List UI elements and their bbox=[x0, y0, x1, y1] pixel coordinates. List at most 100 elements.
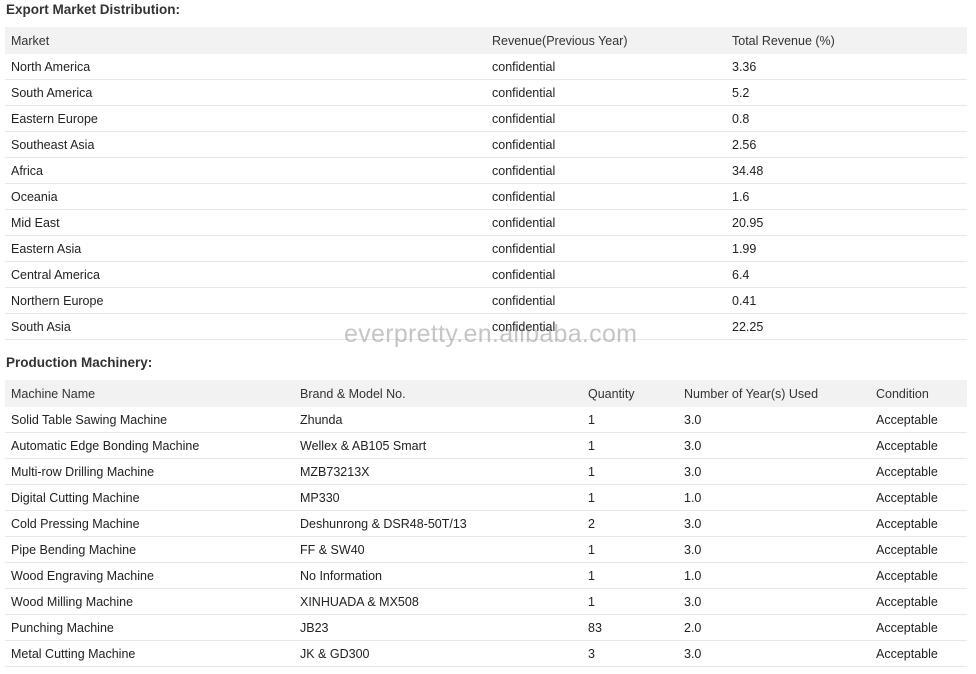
table-cell: 1.6 bbox=[726, 183, 967, 210]
column-header: Quantity bbox=[582, 380, 678, 407]
table-cell: 1 bbox=[582, 588, 678, 615]
table-cell: 3.0 bbox=[678, 432, 870, 459]
table-cell: Acceptable bbox=[870, 510, 967, 537]
table-cell: 3.0 bbox=[678, 536, 870, 563]
table-cell: Pipe Bending Machine bbox=[5, 536, 294, 563]
table-cell: South Asia bbox=[5, 313, 486, 340]
table-cell: confidential bbox=[486, 79, 726, 106]
table-row: Pipe Bending Machine FF & SW40 1 3.0 Accepta… bbox=[5, 536, 967, 563]
table-cell: 3 bbox=[582, 640, 678, 667]
table-cell: 1.99 bbox=[726, 235, 967, 262]
table-cell: Punching Machine bbox=[5, 614, 294, 641]
table-cell: 1 bbox=[582, 432, 678, 459]
table-cell: Northern Europe bbox=[5, 287, 486, 314]
table-cell: 2.56 bbox=[726, 131, 967, 158]
table-cell: Acceptable bbox=[870, 407, 967, 433]
table-row: Eastern Europe confidential 0.8 bbox=[5, 105, 967, 132]
table-cell: Eastern Asia bbox=[5, 235, 486, 262]
table-cell: 3.0 bbox=[678, 510, 870, 537]
table-cell: Multi-row Drilling Machine bbox=[5, 458, 294, 485]
table-cell: 20.95 bbox=[726, 209, 967, 236]
table-row: Southeast Asia confidential 2.56 bbox=[5, 131, 967, 158]
table-cell: South America bbox=[5, 79, 486, 106]
column-header: Number of Year(s) Used bbox=[678, 380, 870, 407]
table-cell: Acceptable bbox=[870, 458, 967, 485]
table-cell: Automatic Edge Bonding Machine bbox=[5, 432, 294, 459]
production-machinery-title: Production Machinery: bbox=[6, 355, 153, 370]
table-cell: 3.0 bbox=[678, 640, 870, 667]
table-cell: Mid East bbox=[5, 209, 486, 236]
export-market-table: Market Revenue(Previous Year) Total Revenu… bbox=[5, 27, 967, 340]
table-row: Multi-row Drilling Machine MZB73213X 1 3.0 A… bbox=[5, 458, 967, 485]
table-cell: 2.0 bbox=[678, 614, 870, 641]
table-cell: 1 bbox=[582, 458, 678, 485]
table-row: Wood Milling Machine XINHUADA & MX508 1 3.0… bbox=[5, 588, 967, 615]
table-cell: 1 bbox=[582, 484, 678, 511]
table-cell: confidential bbox=[486, 261, 726, 288]
table-cell: FF & SW40 bbox=[294, 536, 582, 563]
table-cell: 34.48 bbox=[726, 157, 967, 184]
table-cell: Acceptable bbox=[870, 588, 967, 615]
table-cell: 83 bbox=[582, 614, 678, 641]
table-cell: Metal Cutting Machine bbox=[5, 640, 294, 667]
table-cell: confidential bbox=[486, 54, 726, 80]
table-cell: Central America bbox=[5, 261, 486, 288]
table-cell: 1 bbox=[582, 562, 678, 589]
table-cell: confidential bbox=[486, 209, 726, 236]
table-row: South America confidential 5.2 bbox=[5, 79, 967, 106]
table-cell: 1.0 bbox=[678, 562, 870, 589]
table-cell: JK & GD300 bbox=[294, 640, 582, 667]
table-row: Oceania confidential 1.6 bbox=[5, 183, 967, 210]
table-cell: Oceania bbox=[5, 183, 486, 210]
table-cell: Digital Cutting Machine bbox=[5, 484, 294, 511]
table-cell: Cold Pressing Machine bbox=[5, 510, 294, 537]
table-cell: North America bbox=[5, 54, 486, 80]
column-header: Revenue(Previous Year) bbox=[486, 27, 726, 54]
column-header: Brand & Model No. bbox=[294, 380, 582, 407]
table-cell: Acceptable bbox=[870, 536, 967, 563]
table-cell: MP330 bbox=[294, 484, 582, 511]
table-cell: MZB73213X bbox=[294, 458, 582, 485]
table-row: Automatic Edge Bonding Machine Wellex & A… bbox=[5, 432, 967, 459]
table-row: Wood Engraving Machine No Information 1 1.0… bbox=[5, 562, 967, 589]
table-row: Eastern Asia confidential 1.99 bbox=[5, 235, 967, 262]
table-cell: 3.0 bbox=[678, 588, 870, 615]
table-cell: 3.0 bbox=[678, 458, 870, 485]
table-cell: Acceptable bbox=[870, 562, 967, 589]
production-machinery-table: Machine Name Brand & Model No. Quantity Num… bbox=[5, 380, 967, 667]
table-cell: confidential bbox=[486, 131, 726, 158]
column-header: Market bbox=[5, 27, 486, 54]
table-cell: 0.8 bbox=[726, 105, 967, 132]
table-row: Central America confidential 6.4 bbox=[5, 261, 967, 288]
table-cell: Wood Milling Machine bbox=[5, 588, 294, 615]
table-row: Solid Table Sawing Machine Zhunda 1 3.0 Acce… bbox=[5, 407, 967, 433]
table-cell: 5.2 bbox=[726, 79, 967, 106]
table-cell: Wellex & AB105 Smart bbox=[294, 432, 582, 459]
table-cell: 2 bbox=[582, 510, 678, 537]
table-row: Punching Machine JB23 83 2.0 Acceptable bbox=[5, 614, 967, 641]
table-cell: confidential bbox=[486, 313, 726, 340]
table-cell: No Information bbox=[294, 562, 582, 589]
column-header: Condition bbox=[870, 380, 967, 407]
table-cell: Africa bbox=[5, 157, 486, 184]
table-cell: confidential bbox=[486, 183, 726, 210]
table-row: Cold Pressing Machine Deshunrong & DSR48-… bbox=[5, 510, 967, 537]
table-cell: confidential bbox=[486, 235, 726, 262]
table-cell: 0.41 bbox=[726, 287, 967, 314]
table-row: Northern Europe confidential 0.41 bbox=[5, 287, 967, 314]
table-cell: Solid Table Sawing Machine bbox=[5, 407, 294, 433]
table-row: Metal Cutting Machine JK & GD300 3 3.0 Accep… bbox=[5, 640, 967, 667]
table-cell: Deshunrong & DSR48-50T/13 bbox=[294, 510, 582, 537]
table-cell: 6.4 bbox=[726, 261, 967, 288]
table-header-row: Market Revenue(Previous Year) Total Revenu… bbox=[5, 27, 967, 54]
table-cell: XINHUADA & MX508 bbox=[294, 588, 582, 615]
table-cell: Acceptable bbox=[870, 484, 967, 511]
column-header: Total Revenue (%) bbox=[726, 27, 967, 54]
table-cell: 3.0 bbox=[678, 407, 870, 433]
table-cell: Southeast Asia bbox=[5, 131, 486, 158]
table-cell: confidential bbox=[486, 287, 726, 314]
table-cell: 3.36 bbox=[726, 54, 967, 80]
table-cell: Eastern Europe bbox=[5, 105, 486, 132]
table-cell: JB23 bbox=[294, 614, 582, 641]
export-market-title: Export Market Distribution: bbox=[6, 2, 181, 17]
